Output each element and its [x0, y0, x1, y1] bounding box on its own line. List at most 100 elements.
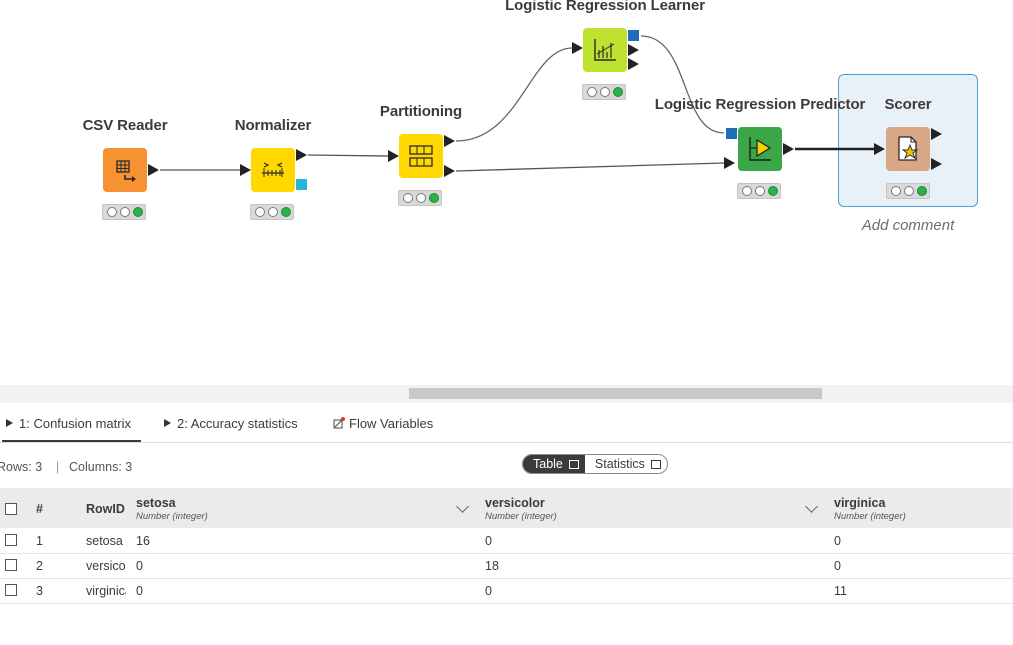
learner-input-port[interactable]	[572, 42, 583, 54]
open-window-icon	[568, 459, 579, 469]
column-header-setosa[interactable]: setosa	[136, 496, 176, 510]
node-csv-reader[interactable]	[103, 148, 147, 192]
status-lights-learner	[582, 84, 626, 100]
csv-reader-output-port[interactable]	[148, 164, 159, 176]
cell-virginica: 0	[834, 559, 841, 573]
learner-output-port-2[interactable]	[628, 44, 639, 56]
table-row[interactable]: 3 virginica 0 0 11	[0, 578, 1013, 604]
tab-label: 1: Confusion matrix	[19, 416, 131, 431]
table-reader-icon	[116, 160, 136, 182]
cell-virginica: 0	[834, 534, 841, 548]
predictor-output-port[interactable]	[783, 143, 794, 155]
normalizer-input-port[interactable]	[240, 164, 251, 176]
table-info-bar: Rows: 3 | Columns: 3	[0, 455, 1013, 481]
play-triangle-icon	[164, 419, 171, 427]
row-checkbox[interactable]	[5, 559, 17, 571]
cell-setosa: 16	[136, 534, 150, 548]
regression-learner-icon	[594, 39, 616, 61]
tab-label: Flow Variables	[349, 416, 434, 431]
cell-versicolor: 18	[485, 559, 499, 573]
row-id: virginica	[86, 584, 126, 598]
canvas-horizontal-scrollbar[interactable]	[0, 385, 1013, 403]
status-lights-csv-reader	[102, 204, 146, 220]
index-column-header: #	[36, 502, 43, 516]
node-scorer[interactable]	[886, 127, 930, 171]
node-title-logistic-regression-learner[interactable]: Logistic Regression Learner	[505, 0, 705, 14]
add-comment-label[interactable]: Add comment	[862, 217, 955, 234]
chevron-down-icon[interactable]	[456, 500, 469, 513]
status-lights-partitioning	[398, 190, 442, 206]
connection-learner-predictor	[640, 35, 725, 134]
node-normalizer[interactable]	[251, 148, 295, 192]
rowid-column-header[interactable]: RowID	[86, 502, 125, 516]
partitioning-output-port-1[interactable]	[444, 135, 455, 147]
scorer-output-port-1[interactable]	[931, 128, 942, 140]
toggle-statistics[interactable]: Statistics	[585, 455, 667, 473]
scorer-input-port[interactable]	[874, 143, 885, 155]
node-logistic-regression-predictor[interactable]	[738, 127, 782, 171]
table-row[interactable]: 2 versicolor 0 18 0	[0, 553, 1013, 579]
cell-setosa: 0	[136, 584, 143, 598]
info-separator: |	[56, 460, 60, 474]
column-header-virginica[interactable]: virginica	[834, 496, 885, 510]
normalizer-model-port[interactable]	[296, 179, 307, 190]
node-title-logistic-regression-predictor[interactable]: Logistic Regression Predictor	[655, 96, 866, 113]
tab-label: 2: Accuracy statistics	[177, 416, 298, 431]
table-row[interactable]: 1 setosa 16 0 0	[0, 528, 1013, 554]
flow-variable-icon	[333, 417, 345, 429]
cell-virginica: 11	[834, 584, 847, 598]
row-checkbox[interactable]	[5, 584, 17, 596]
output-port-tabs: 1: Confusion matrix 2: Accuracy statisti…	[0, 403, 1013, 443]
chevron-down-icon[interactable]	[805, 500, 818, 513]
workflow-canvas[interactable]: CSV Reader Normalizer Partitioning Logis…	[0, 0, 1013, 385]
normalizer-icon	[262, 162, 284, 177]
node-title-partitioning[interactable]: Partitioning	[380, 103, 462, 120]
partitioning-input-port[interactable]	[388, 150, 399, 162]
tab-accuracy-statistics[interactable]: 2: Accuracy statistics	[164, 416, 298, 431]
partitioning-output-port-2[interactable]	[444, 165, 455, 177]
toggle-statistics-label: Statistics	[594, 457, 645, 471]
tab-flow-variables[interactable]: Flow Variables	[333, 416, 433, 431]
node-title-normalizer[interactable]: Normalizer	[235, 117, 312, 134]
node-partitioning[interactable]	[399, 134, 443, 178]
scorer-icon	[898, 136, 919, 161]
normalizer-output-port[interactable]	[296, 149, 307, 161]
view-toggle: Table Statistics	[522, 454, 668, 474]
learner-model-output-port[interactable]	[628, 30, 639, 41]
workflow-connections	[160, 35, 875, 172]
scrollbar-thumb[interactable]	[409, 388, 822, 399]
node-title-csv-reader[interactable]: CSV Reader	[83, 117, 168, 134]
connection-normalizer-partitioning	[307, 154, 389, 157]
toggle-table[interactable]: Table	[523, 455, 585, 473]
status-lights-predictor	[737, 183, 781, 199]
predictor-model-input-port[interactable]	[726, 128, 737, 139]
column-type-setosa: Number (integer)	[136, 511, 208, 522]
status-lights-scorer	[886, 183, 930, 199]
connection-partitioning-predictor	[455, 162, 725, 172]
column-type-versicolor: Number (integer)	[485, 511, 557, 522]
column-header-versicolor[interactable]: versicolor	[485, 496, 545, 510]
row-index: 3	[36, 584, 43, 598]
scorer-output-port-2[interactable]	[931, 158, 942, 170]
partitioning-icon	[409, 145, 433, 167]
node-title-scorer[interactable]: Scorer	[885, 96, 932, 113]
connection-partitioning-learner	[455, 47, 573, 142]
row-count: Rows: 3	[0, 460, 43, 474]
tab-confusion-matrix[interactable]: 1: Confusion matrix	[2, 416, 141, 442]
node-logistic-regression-learner[interactable]	[583, 28, 627, 72]
status-lights-normalizer	[250, 204, 294, 220]
learner-output-port-3[interactable]	[628, 58, 639, 70]
open-window-icon	[650, 459, 661, 469]
column-count: Columns: 3	[69, 460, 133, 474]
predictor-data-input-port[interactable]	[724, 157, 735, 169]
cell-setosa: 0	[136, 559, 143, 573]
select-all-checkbox[interactable]	[5, 503, 17, 515]
cell-versicolor: 0	[485, 584, 492, 598]
cell-versicolor: 0	[485, 534, 492, 548]
toggle-table-label: Table	[533, 457, 563, 471]
row-index: 1	[36, 534, 43, 548]
row-id: versicolor	[86, 559, 126, 573]
row-checkbox[interactable]	[5, 534, 17, 546]
row-index: 2	[36, 559, 43, 573]
column-type-virginica: Number (integer)	[834, 511, 906, 522]
